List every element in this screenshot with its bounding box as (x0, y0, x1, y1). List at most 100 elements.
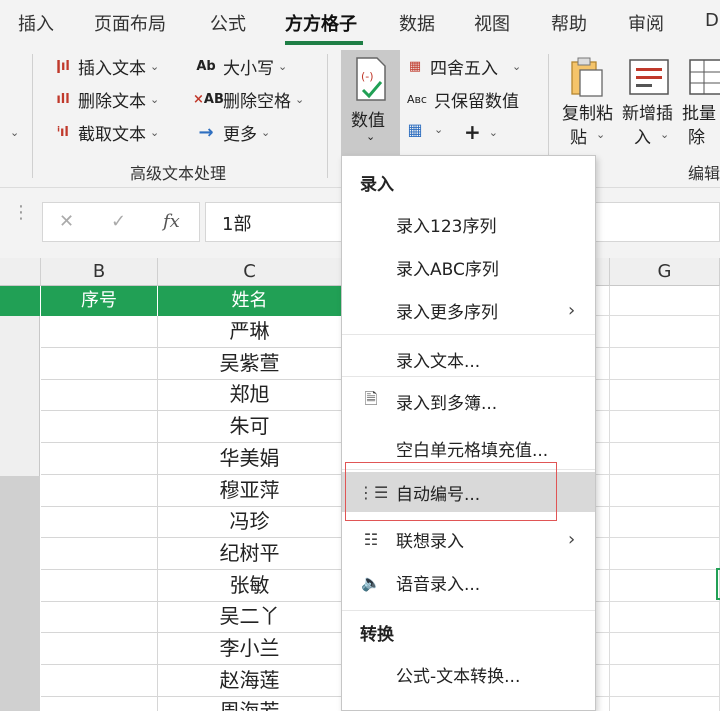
number-cell[interactable] (41, 474, 158, 507)
menu-item[interactable]: 录入123序列 (342, 204, 595, 244)
chevron-down-icon: ⌄ (278, 60, 288, 73)
name-cell[interactable]: 严琳 (158, 316, 342, 348)
grid-cell[interactable] (610, 569, 720, 602)
add-insert-button[interactable]: 新增插 入 ⌄ (620, 52, 680, 156)
grid-cell[interactable] (610, 316, 720, 348)
delete-spaces-button[interactable]: ×AB 删除空格 ⌄ (193, 87, 304, 112)
number-cell[interactable] (41, 601, 158, 634)
name-cell[interactable]: 张敏 (158, 569, 342, 602)
menu-item[interactable]: 录入文本... (342, 339, 595, 379)
grid-cell[interactable] (596, 569, 610, 602)
grid-cell[interactable] (596, 316, 610, 348)
tab-review[interactable]: 审阅 (628, 10, 664, 36)
grid-cell[interactable] (596, 379, 610, 412)
number-cell[interactable] (41, 569, 158, 602)
more-options-icon[interactable]: ⋮ (12, 202, 30, 223)
delete-text-button[interactable]: ıll 删除文本 ⌄ (52, 87, 159, 112)
grid-cell[interactable] (596, 664, 610, 697)
grid-cell[interactable] (610, 442, 720, 475)
menu-item[interactable]: 公式-文本转换... (342, 654, 595, 694)
tab-insert[interactable]: 插入 (18, 10, 54, 36)
grid-cell[interactable] (596, 347, 610, 380)
menu-item[interactable]: 🗎 录入到多簿... (342, 381, 595, 421)
tab-d[interactable]: D (705, 10, 719, 31)
number-cell[interactable] (41, 347, 158, 380)
grid-cell[interactable] (610, 664, 720, 697)
more-button[interactable]: → 更多 ⌄ (193, 120, 270, 145)
name-cell[interactable]: 吴二丫 (158, 601, 342, 634)
number-cell[interactable] (41, 506, 158, 539)
tab-page-layout[interactable]: 页面布局 (94, 10, 166, 36)
name-cell[interactable]: 纪树平 (158, 537, 342, 570)
chevron-down-icon[interactable]: ⌄ (10, 126, 19, 139)
grid-cell[interactable] (610, 411, 720, 444)
grid-cell[interactable] (610, 633, 720, 665)
name-cell[interactable]: 冯珍 (158, 506, 342, 539)
column-header-a[interactable] (0, 258, 41, 286)
grid-cell[interactable] (596, 506, 610, 539)
name-cell[interactable]: 赵海莲 (158, 664, 342, 697)
name-cell[interactable]: 穆亚萍 (158, 474, 342, 507)
grid-cell[interactable] (596, 442, 610, 475)
column-header-g[interactable]: G (610, 258, 720, 286)
selected-cell[interactable] (716, 568, 720, 600)
batch-delete-button[interactable]: 批量 除 (682, 52, 720, 156)
grid-cell[interactable] (596, 286, 610, 316)
grid-cell[interactable] (596, 696, 610, 711)
number-cell[interactable] (41, 537, 158, 570)
round-button[interactable]: ▦ 四舍五入 ⌄ (404, 54, 521, 79)
menu-item[interactable]: ☷ 联想录入 › (342, 519, 595, 559)
case-button[interactable]: Ab 大小写 ⌄ (193, 54, 287, 79)
insert-text-button[interactable]: ǀıl 插入文本 ⌄ (52, 54, 159, 79)
grid-cell[interactable] (610, 696, 720, 711)
column-header-b[interactable]: B (41, 258, 158, 286)
grid-cell[interactable] (596, 411, 610, 444)
grid-cell[interactable] (610, 474, 720, 507)
number-cell[interactable] (41, 696, 158, 711)
column-header-c[interactable]: C (158, 258, 342, 286)
tab-formulas[interactable]: 公式 (210, 10, 246, 36)
tab-fangfanggezi[interactable]: 方方格子 (285, 10, 357, 36)
add-button[interactable]: + ⌄ (464, 120, 498, 144)
extract-text-button[interactable]: ⁱıl 截取文本 ⌄ (52, 120, 159, 145)
number-cell[interactable] (41, 379, 158, 412)
tab-view[interactable]: 视图 (474, 10, 510, 36)
name-cell[interactable]: 李小兰 (158, 633, 342, 665)
grid-cell[interactable] (610, 537, 720, 570)
menu-item[interactable]: 录入更多序列 › (342, 290, 595, 330)
copy-paste-button[interactable]: 复制粘 贴 ⌄ (560, 52, 616, 156)
keep-value-button[interactable]: Aʙᴄ 只保留数值 (404, 87, 519, 112)
table-header-number[interactable]: 序号 (41, 286, 158, 316)
number-cell[interactable] (41, 633, 158, 665)
format-button[interactable]: ▦ ⌄ (404, 120, 443, 139)
column-header-f[interactable] (596, 258, 610, 286)
confirm-icon[interactable]: ✓ (111, 211, 126, 232)
menu-item[interactable]: 🔈 语音录入... (342, 562, 595, 602)
function-icon[interactable]: fx (163, 211, 180, 232)
name-cell[interactable]: 郑旭 (158, 379, 342, 412)
grid-cell[interactable] (596, 633, 610, 665)
tab-help[interactable]: 帮助 (551, 10, 587, 36)
grid-cell[interactable] (610, 347, 720, 380)
table-header-name[interactable]: 姓名 (158, 286, 342, 316)
grid-cell[interactable] (610, 379, 720, 412)
name-cell[interactable]: 华美娟 (158, 442, 342, 475)
grid-cell[interactable] (596, 474, 610, 507)
number-cell[interactable] (41, 442, 158, 475)
menu-item[interactable]: 录入ABC序列 (342, 247, 595, 287)
value-button[interactable]: (-) 数值 ⌄ (341, 50, 400, 156)
grid-cell[interactable] (596, 537, 610, 570)
number-cell[interactable] (41, 316, 158, 348)
row-headers[interactable] (0, 286, 40, 711)
number-cell[interactable] (41, 411, 158, 444)
grid-cell[interactable] (596, 601, 610, 634)
name-cell[interactable]: 吴紫萱 (158, 347, 342, 380)
grid-cell[interactable] (610, 286, 720, 316)
name-cell[interactable]: 周海芳 (158, 696, 342, 711)
tab-data[interactable]: 数据 (399, 10, 435, 36)
number-cell[interactable] (41, 664, 158, 697)
name-cell[interactable]: 朱可 (158, 411, 342, 444)
cancel-icon[interactable]: ✕ (59, 211, 74, 232)
grid-cell[interactable] (610, 601, 720, 634)
grid-cell[interactable] (610, 506, 720, 539)
